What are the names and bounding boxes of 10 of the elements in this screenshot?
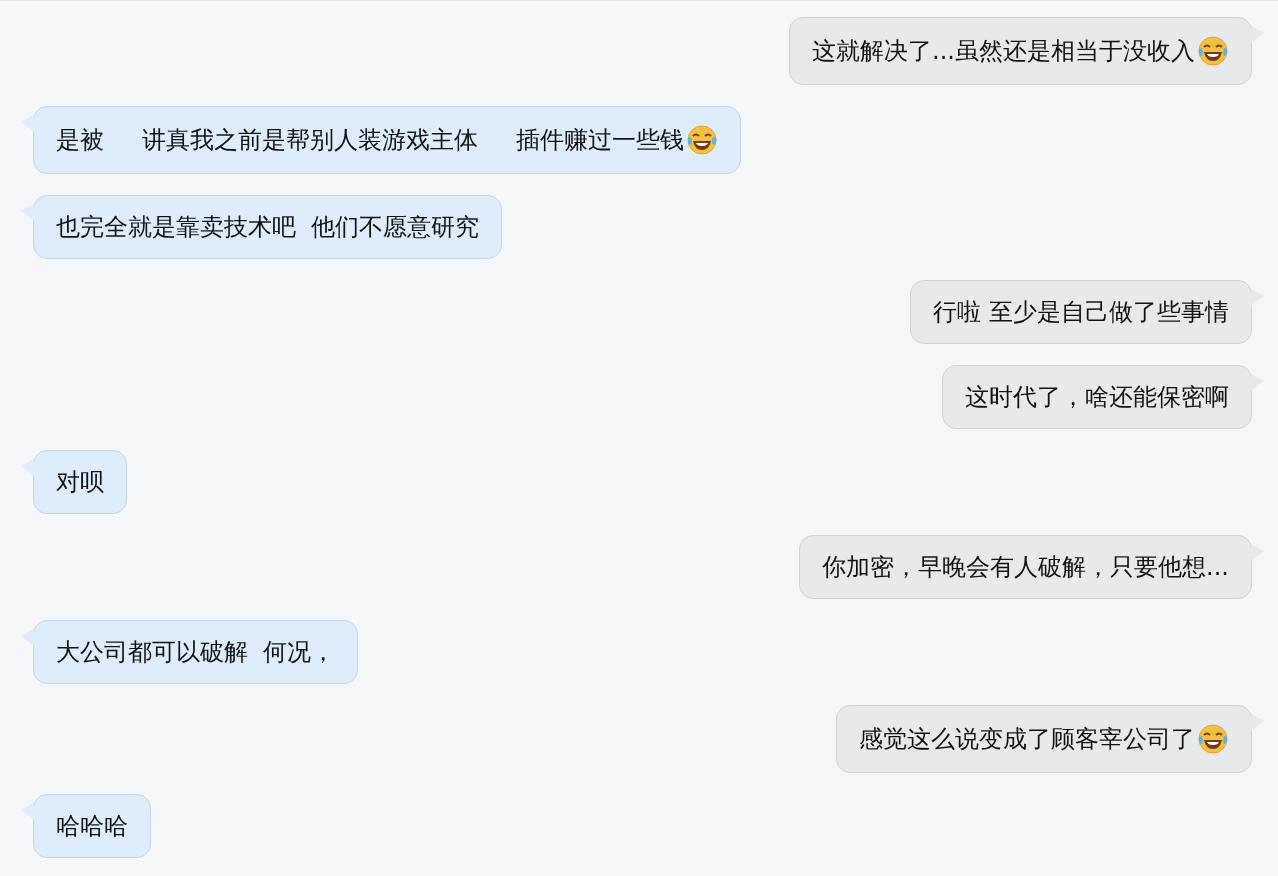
message-text: 这就解决了...虽然还是相当于没收入 bbox=[812, 37, 1195, 65]
message-text: 大公司都可以破解 何况， bbox=[56, 638, 336, 666]
message-text: 哈哈哈 bbox=[56, 812, 128, 840]
message-text: 是被 讲真我之前是帮别人装游戏主体 插件赚过一些钱 bbox=[56, 126, 685, 154]
message-text: 行啦 至少是自己做了些事情 bbox=[933, 298, 1229, 326]
message-text: 你加密，早晚会有人破解，只要他想... bbox=[822, 553, 1229, 581]
message-text: 也完全就是靠卖技术吧 他们不愿意研究 bbox=[56, 213, 480, 241]
message-text: 对呗 bbox=[56, 468, 104, 496]
message-text: 这时代了，啥还能保密啊 bbox=[965, 383, 1229, 411]
message-text: 感觉这么说变成了顾客宰公司了 bbox=[859, 725, 1195, 753]
